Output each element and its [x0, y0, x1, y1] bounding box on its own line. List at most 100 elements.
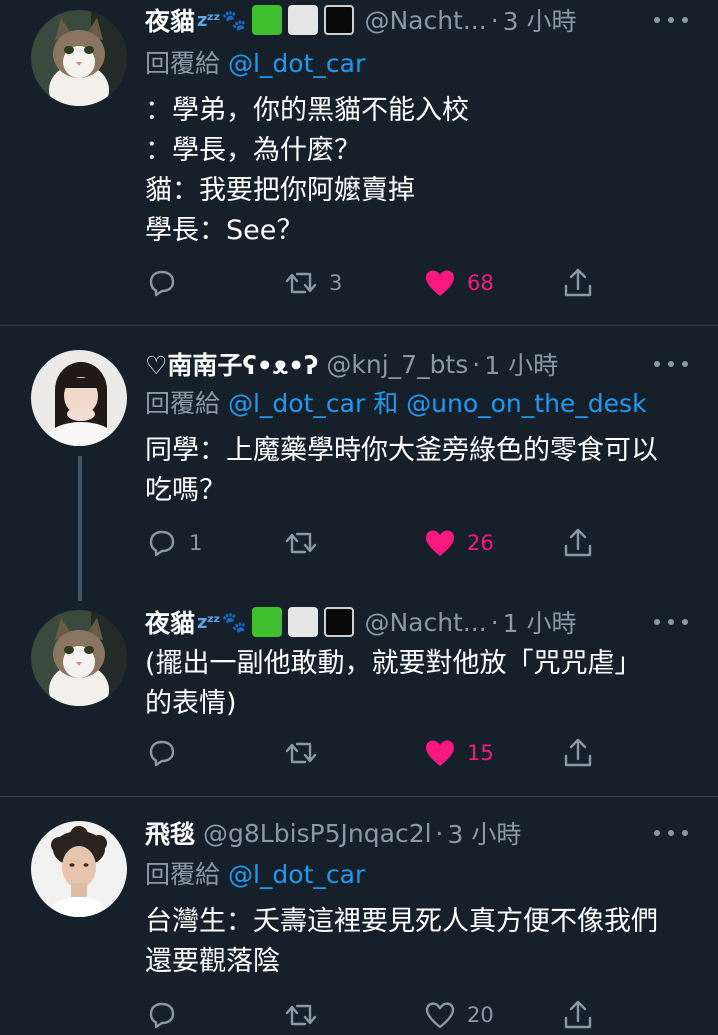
- tweet-text: ：學弟，你的黑貓不能入校 ：學長，為什麼？ 貓：我要把你阿嬤賣掉 學長：See？: [145, 95, 469, 246]
- separator-dot: ·: [435, 818, 444, 848]
- share-icon: [564, 1000, 592, 1029]
- timestamp[interactable]: 1 小時: [484, 346, 558, 382]
- tweet[interactable]: 飛毯 @g8LbisP5Jnqac2l · 3 小時 回覆給 @l_dot_ca…: [0, 797, 718, 1029]
- like-button[interactable]: 26: [425, 523, 494, 563]
- tweet-text: (擺出一副他敢動，就要對他放「咒咒虐」的表情): [145, 648, 642, 719]
- green-square-icon: [252, 607, 283, 637]
- retweet-count: 3: [329, 271, 343, 295]
- display-name[interactable]: 飛毯: [145, 815, 195, 851]
- handle[interactable]: @knj_7_bts: [326, 350, 468, 379]
- heart-filled-icon: [426, 530, 454, 556]
- display-name[interactable]: 夜貓: [145, 604, 195, 640]
- avatar[interactable]: [31, 821, 127, 917]
- like-count: 26: [467, 531, 494, 555]
- reply-icon: [149, 1002, 175, 1029]
- like-count: 68: [467, 271, 494, 295]
- reply-icon: [149, 530, 175, 557]
- avatar[interactable]: [31, 10, 127, 106]
- reply-icon: [149, 270, 175, 297]
- separator-dot: ·: [490, 607, 499, 637]
- handle[interactable]: @Nacht...: [364, 6, 486, 35]
- timestamp[interactable]: 3 小時: [448, 815, 522, 851]
- reply-to: 回覆給 @l_dot_car: [145, 855, 365, 891]
- tweet-header: 飛毯 @g8LbisP5Jnqac2l · 3 小時: [145, 815, 688, 851]
- retweet-icon: [285, 1004, 317, 1026]
- retweet-icon: [285, 532, 317, 554]
- like-button[interactable]: 68: [425, 263, 494, 303]
- heart-outline-icon: [425, 1002, 455, 1029]
- cat-avatar-icon: [31, 10, 127, 106]
- heart-filled-icon: [426, 740, 454, 766]
- tweet-header: ♡南南子ʕ•ᴥ•ʔ @knj_7_bts · 1 小時: [145, 346, 688, 382]
- paw-prints-icon: 🐾: [221, 610, 247, 634]
- reply-prefix: 回覆給: [145, 860, 221, 889]
- black-square-icon: [324, 607, 355, 637]
- retweet-button[interactable]: [285, 995, 329, 1035]
- more-options-icon[interactable]: [654, 2, 688, 38]
- mention-link[interactable]: @uno_on_the_desk: [406, 389, 646, 418]
- reply-joiner: 和: [373, 389, 399, 418]
- reply-to: 回覆給 @l_dot_car 和 @uno_on_the_desk: [145, 384, 647, 420]
- zzz-emoji-icon: zᶻᶻ: [197, 9, 220, 31]
- timestamp[interactable]: 1 小時: [503, 604, 577, 640]
- share-button[interactable]: [563, 995, 593, 1035]
- tweet-text: 台灣生：夭壽這裡要見死人真方便不像我們還要觀落陰: [145, 906, 658, 977]
- girl-avatar-icon: [31, 350, 127, 446]
- handle[interactable]: @Nacht...: [364, 608, 486, 637]
- reply-button[interactable]: 1: [147, 523, 202, 563]
- share-button[interactable]: [563, 733, 593, 773]
- separator-dot: ·: [490, 5, 499, 35]
- tweet-header: 夜貓 zᶻᶻ 🐾 @Nacht... · 1 小時: [145, 604, 688, 640]
- share-icon: [564, 738, 592, 767]
- mention-link[interactable]: @l_dot_car: [228, 389, 365, 418]
- black-square-icon: [324, 5, 355, 35]
- reply-count: 1: [189, 531, 203, 555]
- thread-line: [78, 456, 82, 601]
- display-name[interactable]: 夜貓: [145, 2, 195, 38]
- mention-link[interactable]: @l_dot_car: [228, 860, 365, 889]
- tweet-text: 同學：上魔藥學時你大釜旁綠色的零食可以吃嗎？: [145, 435, 658, 506]
- reply-icon: [149, 740, 175, 767]
- man-avatar-icon: [31, 821, 127, 917]
- avatar[interactable]: [31, 350, 127, 446]
- like-count: 15: [467, 741, 494, 765]
- zzz-emoji-icon: zᶻᶻ: [197, 611, 220, 633]
- share-button[interactable]: [563, 263, 593, 303]
- tweet-actions: 1 26: [145, 523, 600, 563]
- share-icon: [564, 528, 592, 557]
- more-options-icon[interactable]: [654, 815, 688, 851]
- like-button[interactable]: 15: [425, 733, 494, 773]
- avatar[interactable]: [31, 610, 127, 706]
- white-square-icon: [288, 607, 319, 637]
- mention-link[interactable]: @l_dot_car: [228, 49, 365, 78]
- retweet-button[interactable]: [285, 523, 329, 563]
- more-options-icon[interactable]: [654, 346, 688, 382]
- white-square-icon: [288, 5, 319, 35]
- reply-button[interactable]: [147, 263, 189, 303]
- timestamp[interactable]: 3 小時: [503, 2, 577, 38]
- tweet[interactable]: ♡南南子ʕ•ᴥ•ʔ @knj_7_bts · 1 小時 回覆給 @l_dot_c…: [0, 326, 718, 601]
- share-icon: [564, 268, 592, 297]
- tweet[interactable]: 夜貓 zᶻᶻ 🐾 @Nacht... · 1 小時 (擺出一副他敢動，就要對他放…: [0, 590, 718, 796]
- like-button[interactable]: 20: [425, 995, 494, 1035]
- reply-prefix: 回覆給: [145, 389, 221, 418]
- heart-filled-icon: [426, 270, 454, 296]
- green-square-icon: [252, 5, 283, 35]
- reply-button[interactable]: [147, 995, 189, 1035]
- retweet-button[interactable]: 3: [285, 263, 342, 303]
- reply-to: 回覆給 @l_dot_car: [145, 44, 365, 80]
- retweet-icon: [285, 272, 317, 294]
- more-options-icon[interactable]: [654, 604, 688, 640]
- separator-dot: ·: [472, 349, 481, 379]
- display-name[interactable]: ♡南南子ʕ•ᴥ•ʔ: [145, 346, 318, 382]
- like-count: 20: [467, 1003, 494, 1027]
- handle[interactable]: @g8LbisP5Jnqac2l: [203, 819, 432, 848]
- reply-prefix: 回覆給: [145, 49, 221, 78]
- paw-prints-icon: 🐾: [221, 8, 247, 32]
- retweet-icon: [285, 742, 317, 764]
- tweet[interactable]: 夜貓 zᶻᶻ 🐾 @Nacht... · 3 小時 回覆給 @l_dot_car…: [0, 0, 718, 325]
- tweet-actions: 3 68: [145, 263, 600, 303]
- share-button[interactable]: [563, 523, 593, 563]
- retweet-button[interactable]: [285, 733, 329, 773]
- reply-button[interactable]: [147, 733, 189, 773]
